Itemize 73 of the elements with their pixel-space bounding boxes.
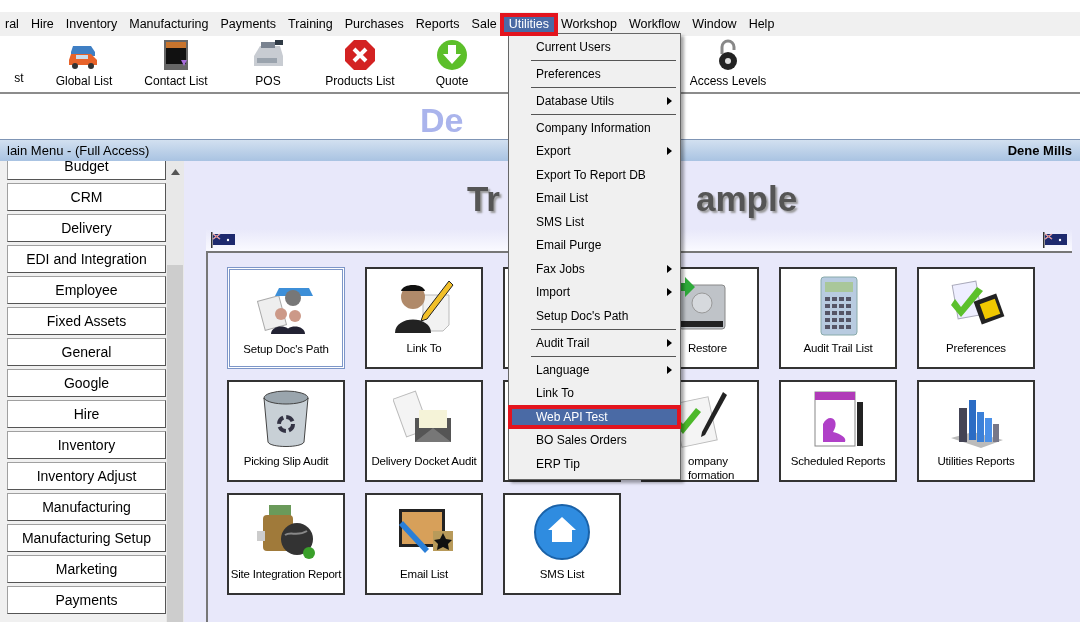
sidebar-button[interactable]: CRM [7, 183, 166, 211]
tile-button[interactable]: Link To [365, 267, 483, 369]
toolbar-button[interactable]: Access Levels [682, 36, 774, 92]
tile-button[interactable]: Site Integration Report [227, 493, 345, 595]
menu-item[interactable]: Training [282, 12, 339, 36]
menu-item[interactable]: Email List [511, 186, 678, 210]
menu-item[interactable]: SMS List [511, 210, 678, 234]
scroll-thumb[interactable] [167, 265, 183, 622]
sidebar-button[interactable]: General [7, 338, 166, 366]
menu-item[interactable]: Payments [214, 12, 283, 36]
sidebar-button[interactable]: Payments [7, 586, 166, 614]
menu-item[interactable]: Reports [409, 12, 466, 36]
toolbar-button[interactable]: st [0, 36, 38, 92]
menu-item[interactable]: Email Purge [511, 233, 678, 257]
sidebar-button[interactable]: Inventory Adjust [7, 462, 166, 490]
tile-button[interactable]: Preferences [917, 267, 1035, 369]
tile-button[interactable]: SMS List [503, 493, 621, 595]
flag-icon [1042, 232, 1068, 248]
submenu-arrow-icon [667, 288, 672, 297]
menu-item[interactable]: Help [742, 12, 781, 36]
submenu-arrow-icon [667, 338, 672, 347]
toolbar-button[interactable]: Quote [406, 36, 498, 92]
menu-item[interactable]: Export To Report DB [511, 163, 678, 187]
flag-icon [210, 232, 236, 248]
main-title: Tr [466, 178, 500, 220]
toolbar-button[interactable]: Global List [38, 36, 130, 92]
tile-button[interactable]: Scheduled Reports [779, 380, 897, 482]
sidebar-button[interactable]: Budget [7, 161, 166, 180]
menu-item[interactable]: Inventory [59, 12, 124, 36]
tile-button[interactable]: Email List [365, 493, 483, 595]
menu-item[interactable]: Database Utils [511, 89, 678, 113]
menu-item[interactable]: Window [686, 12, 743, 36]
menu-item[interactable]: Current Users [511, 35, 678, 59]
main-title: ample [695, 178, 798, 220]
sidebar-button[interactable]: Delivery [7, 214, 166, 242]
menu-item[interactable]: Sale [465, 12, 503, 36]
cross-octagon-icon [343, 38, 377, 72]
logo-text: De [420, 102, 464, 139]
sidebar-button[interactable]: Inventory [7, 431, 166, 459]
submenu-arrow-icon [667, 96, 672, 105]
menu-item[interactable]: Workflow [623, 12, 687, 36]
sidebar-button[interactable]: Manufacturing [7, 493, 166, 521]
tile-button[interactable]: Setup Doc's Path [227, 267, 345, 369]
submenu-arrow-icon [667, 147, 672, 156]
sidebar-button[interactable]: Marketing [7, 555, 166, 583]
tile-button[interactable]: Audit Trail List [779, 267, 897, 369]
menu-item[interactable]: Company Information [511, 116, 678, 140]
window-title: lain Menu - (Full Access) [7, 141, 150, 160]
menu-item[interactable]: Preferences [511, 62, 678, 86]
toolbar-button[interactable]: Products List [314, 36, 406, 92]
sidebar-button[interactable]: Fixed Assets [7, 307, 166, 335]
user-name: Dene Mills [1007, 141, 1072, 160]
tile-button[interactable]: Utilities Reports [917, 380, 1035, 482]
scrollbar[interactable] [166, 161, 184, 622]
menu-item[interactable]: Purchases [338, 12, 410, 36]
submenu-arrow-icon [667, 365, 672, 374]
menu-item[interactable]: Export [511, 139, 678, 163]
tile-button[interactable]: Picking Slip Audit [227, 380, 345, 482]
toolbar-button[interactable]: Contact List [130, 36, 222, 92]
menu-item[interactable]: Manufacturing [123, 12, 215, 36]
toolbar-button[interactable]: POS [222, 36, 314, 92]
sidebar-button[interactable]: Manufacturing Setup [7, 524, 166, 552]
submenu-arrow-icon [667, 264, 672, 273]
sidebar-button[interactable]: EDI and Integration [7, 245, 166, 273]
sidebar-button[interactable]: Employee [7, 276, 166, 304]
sidebar-button[interactable]: Google [7, 369, 166, 397]
menu-item[interactable]: ral [0, 12, 25, 36]
scroll-up-icon[interactable] [170, 169, 180, 175]
menu-item[interactable]: Hire [24, 12, 60, 36]
sidebar-button[interactable]: Hire [7, 400, 166, 428]
tile-button[interactable]: Delivery Docket Audit [365, 380, 483, 482]
house-button-icon [531, 501, 593, 563]
menu-item[interactable]: Workshop [554, 12, 623, 36]
